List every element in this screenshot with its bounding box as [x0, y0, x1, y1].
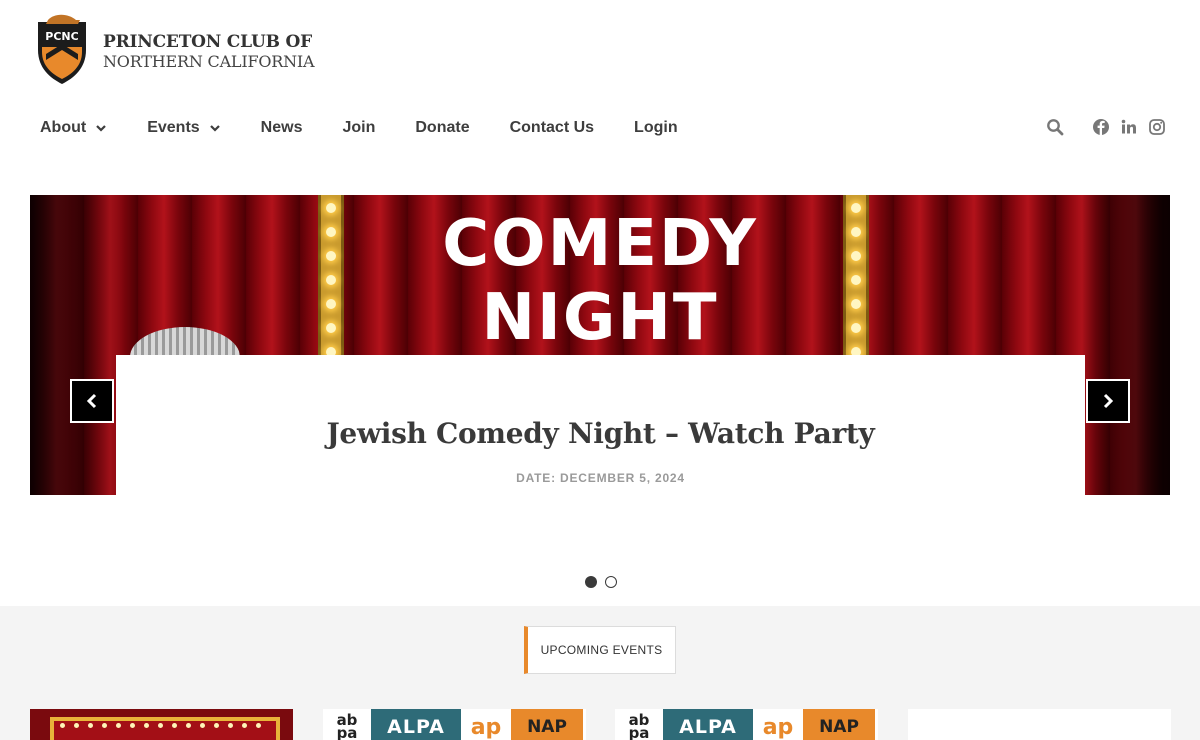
facebook-icon[interactable]: [1092, 118, 1110, 136]
event-card-comedy-night[interactable]: [30, 709, 293, 740]
abpa-logo: ab pa: [323, 709, 371, 740]
event-card-affinity-groups-2[interactable]: ab pa ALPA ap NAP: [615, 709, 878, 740]
hero-image-text-comedy: COMEDY: [442, 207, 758, 281]
linkedin-icon[interactable]: [1120, 118, 1138, 136]
site-logo[interactable]: PCNC PRINCETON CLUB OF NORTHERN CALIFORN…: [36, 14, 315, 86]
event-card-image: [50, 717, 280, 740]
chevron-down-icon: [209, 125, 220, 132]
nav-item-donate[interactable]: Donate: [415, 116, 469, 140]
nav-item-login[interactable]: Login: [634, 116, 678, 140]
pcnc-shield-logo: PCNC: [38, 14, 86, 84]
event-card-affinity-groups-1[interactable]: ab pa ALPA ap NAP: [323, 709, 586, 740]
ap-logo: ap: [762, 714, 794, 740]
slider-prev-button[interactable]: [70, 379, 114, 423]
hero-caption-card: Jewish Comedy Night – Watch Party DATE: …: [116, 355, 1085, 495]
slider-pagination: [585, 576, 625, 588]
abpa-logo: ab pa: [615, 709, 663, 740]
chevron-down-icon: [96, 125, 106, 132]
alpa-logo: ALPA: [371, 709, 461, 740]
nav-item-contact-us[interactable]: Contact Us: [510, 116, 594, 140]
hero-title[interactable]: Jewish Comedy Night – Watch Party: [116, 417, 1085, 450]
nav-item-news[interactable]: News: [261, 116, 303, 140]
abpa-logo-bottom: pa: [336, 724, 358, 740]
org-name: PRINCETON CLUB OF NORTHERN CALIFORNIA: [103, 32, 315, 72]
chevron-right-icon: [1103, 393, 1114, 409]
org-name-line2: NORTHERN CALIFORNIA: [103, 52, 315, 71]
search-icon[interactable]: [1046, 118, 1064, 136]
hero-date: DATE: DECEMBER 5, 2024: [516, 471, 685, 485]
logo-text: PCNC: [45, 30, 78, 43]
alpa-logo: ALPA: [663, 709, 753, 740]
nav-item-about[interactable]: About: [40, 116, 107, 140]
instagram-icon[interactable]: [1148, 118, 1166, 136]
chevron-left-icon: [86, 393, 97, 409]
slider-dot-2[interactable]: [605, 576, 617, 588]
header-icons: [1036, 118, 1166, 136]
org-name-line1: PRINCETON CLUB OF: [103, 32, 312, 52]
slider-dot-1[interactable]: [585, 576, 597, 588]
nav-item-label: Events: [147, 119, 200, 136]
abpa-logo-bottom: pa: [628, 724, 650, 740]
main-nav: About Events News Join Donate Contact Us…: [40, 116, 718, 140]
slider-next-button[interactable]: [1086, 379, 1130, 423]
nav-item-join[interactable]: Join: [342, 116, 375, 140]
nap-logo: NAP: [803, 709, 875, 740]
ap-logo: ap: [470, 714, 502, 740]
nap-logo: NAP: [511, 709, 583, 740]
nav-item-events[interactable]: Events: [147, 116, 220, 140]
event-card-placeholder[interactable]: [908, 709, 1171, 740]
nav-item-label: About: [40, 119, 87, 136]
upcoming-events-tab[interactable]: UPCOMING EVENTS: [524, 626, 676, 674]
